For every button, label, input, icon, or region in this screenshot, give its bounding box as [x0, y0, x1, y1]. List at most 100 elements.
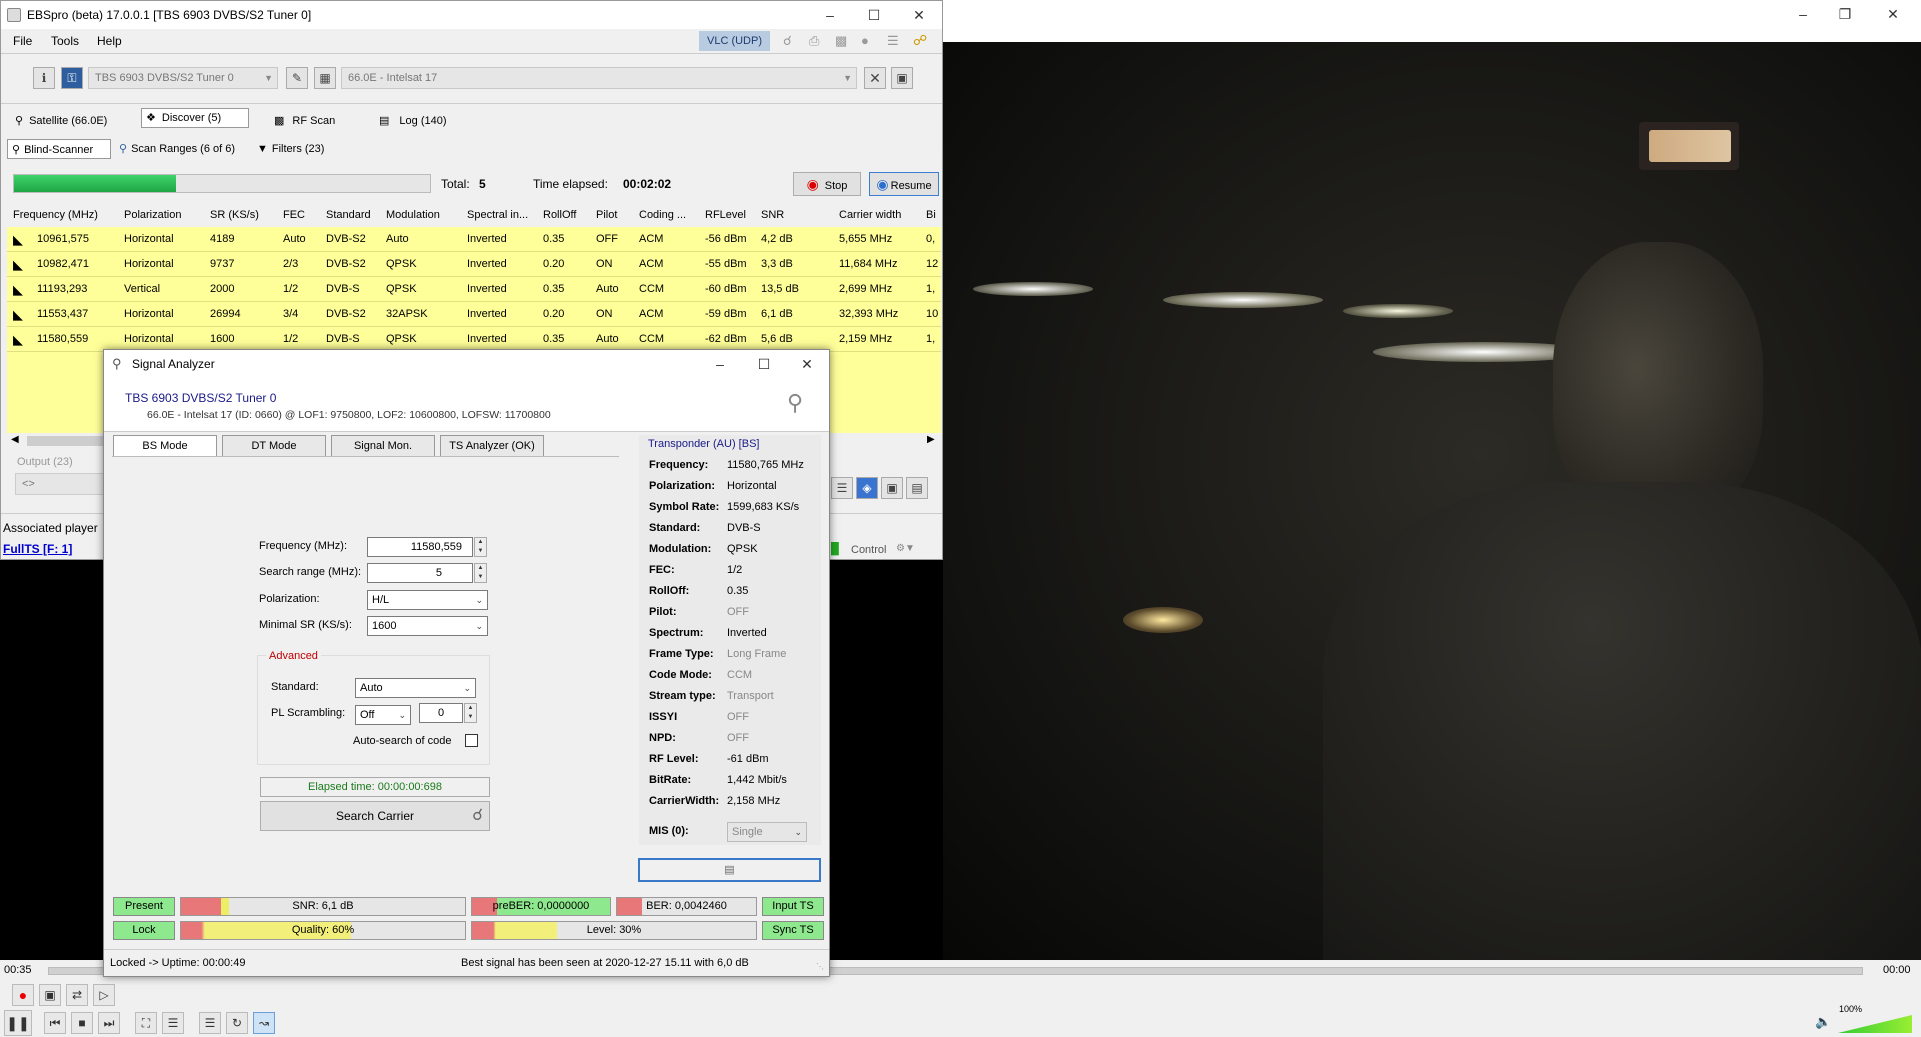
column-header[interactable]: Polarization: [124, 206, 181, 224]
vlc-close-button[interactable]: ✕: [1870, 0, 1916, 28]
next-icon[interactable]: ⏭: [98, 1012, 120, 1034]
resume-button[interactable]: ◉ Resume: [869, 172, 939, 196]
column-header[interactable]: SNR: [761, 206, 784, 224]
frame-step-icon[interactable]: ▷: [93, 984, 115, 1006]
scroll-left-icon[interactable]: ◀: [11, 434, 19, 445]
frequency-spinner[interactable]: ▲ ▼: [474, 537, 487, 557]
column-header[interactable]: SR (KS/s): [210, 206, 259, 224]
pl-code-spinner[interactable]: ▲ ▼: [464, 703, 477, 723]
column-header[interactable]: Coding ...: [639, 206, 686, 224]
tuner-select[interactable]: TBS 6903 DVBS/S2 Tuner 0 ▼: [88, 67, 278, 89]
polarization-select[interactable]: H/L ⌄: [367, 590, 488, 610]
column-header[interactable]: RFLevel: [705, 206, 746, 224]
print-icon[interactable]: ⎙: [809, 33, 819, 49]
playlist-icon[interactable]: ☰: [199, 1012, 221, 1034]
sa-maximize-button[interactable]: ☐: [741, 350, 787, 378]
tab-discover[interactable]: ❖ Discover (5): [141, 108, 249, 128]
resize-grip-icon[interactable]: ⋱: [816, 962, 824, 971]
list-icon[interactable]: ☰: [887, 33, 899, 49]
sa-tab-bs-mode[interactable]: BS Mode: [113, 435, 217, 457]
extended-settings-icon[interactable]: ☰: [162, 1012, 184, 1034]
ebspro-close-button[interactable]: ✕: [896, 1, 942, 29]
fullscreen-icon[interactable]: ⛶: [135, 1012, 157, 1034]
column-header[interactable]: FEC: [283, 206, 305, 224]
output-stream-icon[interactable]: ◈: [856, 477, 878, 499]
chart-icon[interactable]: ▩: [835, 33, 847, 49]
table-row[interactable]: ◣ 11193,293 Vertical 2000 1/2 DVB-S QPSK Invert…: [7, 277, 941, 302]
previous-icon[interactable]: ⏮: [44, 1012, 66, 1034]
column-header[interactable]: Standard: [326, 206, 371, 224]
lock-icon[interactable]: ⚿: [61, 67, 83, 89]
control-gear-icon[interactable]: ⚙▼: [896, 543, 915, 554]
sat-settings-icon[interactable]: ▦: [314, 67, 336, 89]
column-header[interactable]: Pilot: [596, 206, 617, 224]
subtab-filters[interactable]: ▼ Filters (23): [253, 139, 324, 159]
frequency-input[interactable]: 11580,559: [367, 537, 473, 557]
ebspro-minimize-button[interactable]: –: [807, 1, 853, 29]
output-list-icon[interactable]: ☰: [831, 477, 853, 499]
sa-minimize-button[interactable]: –: [697, 350, 743, 378]
shuffle-icon[interactable]: ↝: [253, 1012, 275, 1034]
stop-button[interactable]: ◉ Stop: [793, 172, 861, 196]
tuner-settings-icon[interactable]: ✎: [286, 67, 308, 89]
loop-icon[interactable]: ↻: [226, 1012, 248, 1034]
column-header[interactable]: Modulation: [386, 206, 440, 224]
minimal-sr-select[interactable]: 1600 ⌄: [367, 616, 488, 636]
stop-icon[interactable]: ■: [71, 1012, 93, 1034]
auto-search-checkbox[interactable]: [465, 734, 478, 747]
output-folder-icon[interactable]: ▤: [906, 477, 928, 499]
scroll-right-icon[interactable]: ▶: [927, 434, 935, 445]
pl-scrambling-select[interactable]: Off ⌄: [355, 705, 411, 725]
column-header[interactable]: RollOff: [543, 206, 576, 224]
loop-ab-icon[interactable]: ⇄: [66, 984, 88, 1006]
table-row[interactable]: ◣ 10961,575 Horizontal 4189 Auto DVB-S2 Auto In…: [7, 227, 941, 252]
column-header[interactable]: Carrier width: [839, 206, 901, 224]
satellite-select[interactable]: 66.0E - Intelsat 17 ▼: [341, 67, 857, 89]
info-icon[interactable]: ℹ: [33, 67, 55, 89]
search-carrier-button[interactable]: Search Carrier ☌: [260, 801, 490, 831]
menu-help[interactable]: Help: [97, 34, 122, 48]
clear-icon[interactable]: ✕: [864, 67, 886, 89]
record-icon[interactable]: ●: [12, 984, 34, 1006]
menu-file[interactable]: File: [13, 34, 32, 48]
subtab-scan-ranges[interactable]: ⚲ Scan Ranges (6 of 6): [115, 139, 235, 159]
vlc-minimize-button[interactable]: –: [1780, 0, 1826, 28]
mis-select[interactable]: Single ⌄: [727, 822, 807, 842]
volume-slider[interactable]: [1838, 1015, 1912, 1033]
pl-code-input[interactable]: 0: [419, 703, 463, 723]
fullts-link[interactable]: FullTS [F: 1]: [3, 542, 72, 556]
key-icon[interactable]: ☍: [913, 32, 927, 49]
search-range-input[interactable]: 5: [367, 563, 473, 583]
sa-tab-signal-mon[interactable]: Signal Mon.: [331, 435, 435, 457]
search-icon[interactable]: ☌: [783, 33, 792, 49]
save-icon[interactable]: ▣: [891, 67, 913, 89]
hscroll-thumb[interactable]: [27, 436, 107, 446]
control-label[interactable]: Control: [851, 544, 886, 556]
menu-tools[interactable]: Tools: [51, 34, 79, 48]
output-field[interactable]: <>: [15, 473, 105, 495]
output-save-icon[interactable]: ▣: [881, 477, 903, 499]
vlc-restore-button[interactable]: ❐: [1822, 0, 1868, 28]
column-header[interactable]: Frequency (MHz): [13, 206, 98, 224]
vlc-udp-button[interactable]: VLC (UDP): [699, 31, 771, 51]
tab-rf-scan[interactable]: ▩ RF Scan: [266, 108, 356, 134]
table-row[interactable]: ◣ 10982,471 Horizontal 9737 2/3 DVB-S2 QPSK Inv…: [7, 252, 941, 277]
snapshot-icon[interactable]: ▣: [39, 984, 61, 1006]
sa-tab-ts-analyzer[interactable]: TS Analyzer (OK): [440, 435, 544, 457]
standard-select[interactable]: Auto ⌄: [355, 678, 476, 698]
subtab-blind-scanner[interactable]: ⚲ Blind-Scanner: [7, 139, 111, 159]
tab-satellite[interactable]: ⚲ Satellite (66.0E): [7, 108, 132, 134]
video-frame[interactable]: [943, 42, 1921, 960]
pause-icon[interactable]: ❚❚: [4, 1010, 32, 1036]
sa-tab-dt-mode[interactable]: DT Mode: [222, 435, 326, 457]
spectrum-view-button[interactable]: ▤: [638, 858, 821, 882]
column-header[interactable]: Bi: [926, 206, 936, 224]
speaker-icon[interactable]: 🔈: [1815, 1014, 1831, 1030]
table-row[interactable]: ◣ 11553,437 Horizontal 26994 3/4 DVB-S2 32APSK…: [7, 302, 941, 327]
tab-log[interactable]: ▤ Log (140): [371, 108, 467, 134]
record-dot-icon[interactable]: ●: [861, 33, 869, 48]
sa-close-button[interactable]: ✕: [784, 350, 830, 378]
column-header[interactable]: Spectral in...: [467, 206, 528, 224]
search-range-spinner[interactable]: ▲ ▼: [474, 563, 487, 583]
ebspro-maximize-button[interactable]: ☐: [851, 1, 897, 29]
